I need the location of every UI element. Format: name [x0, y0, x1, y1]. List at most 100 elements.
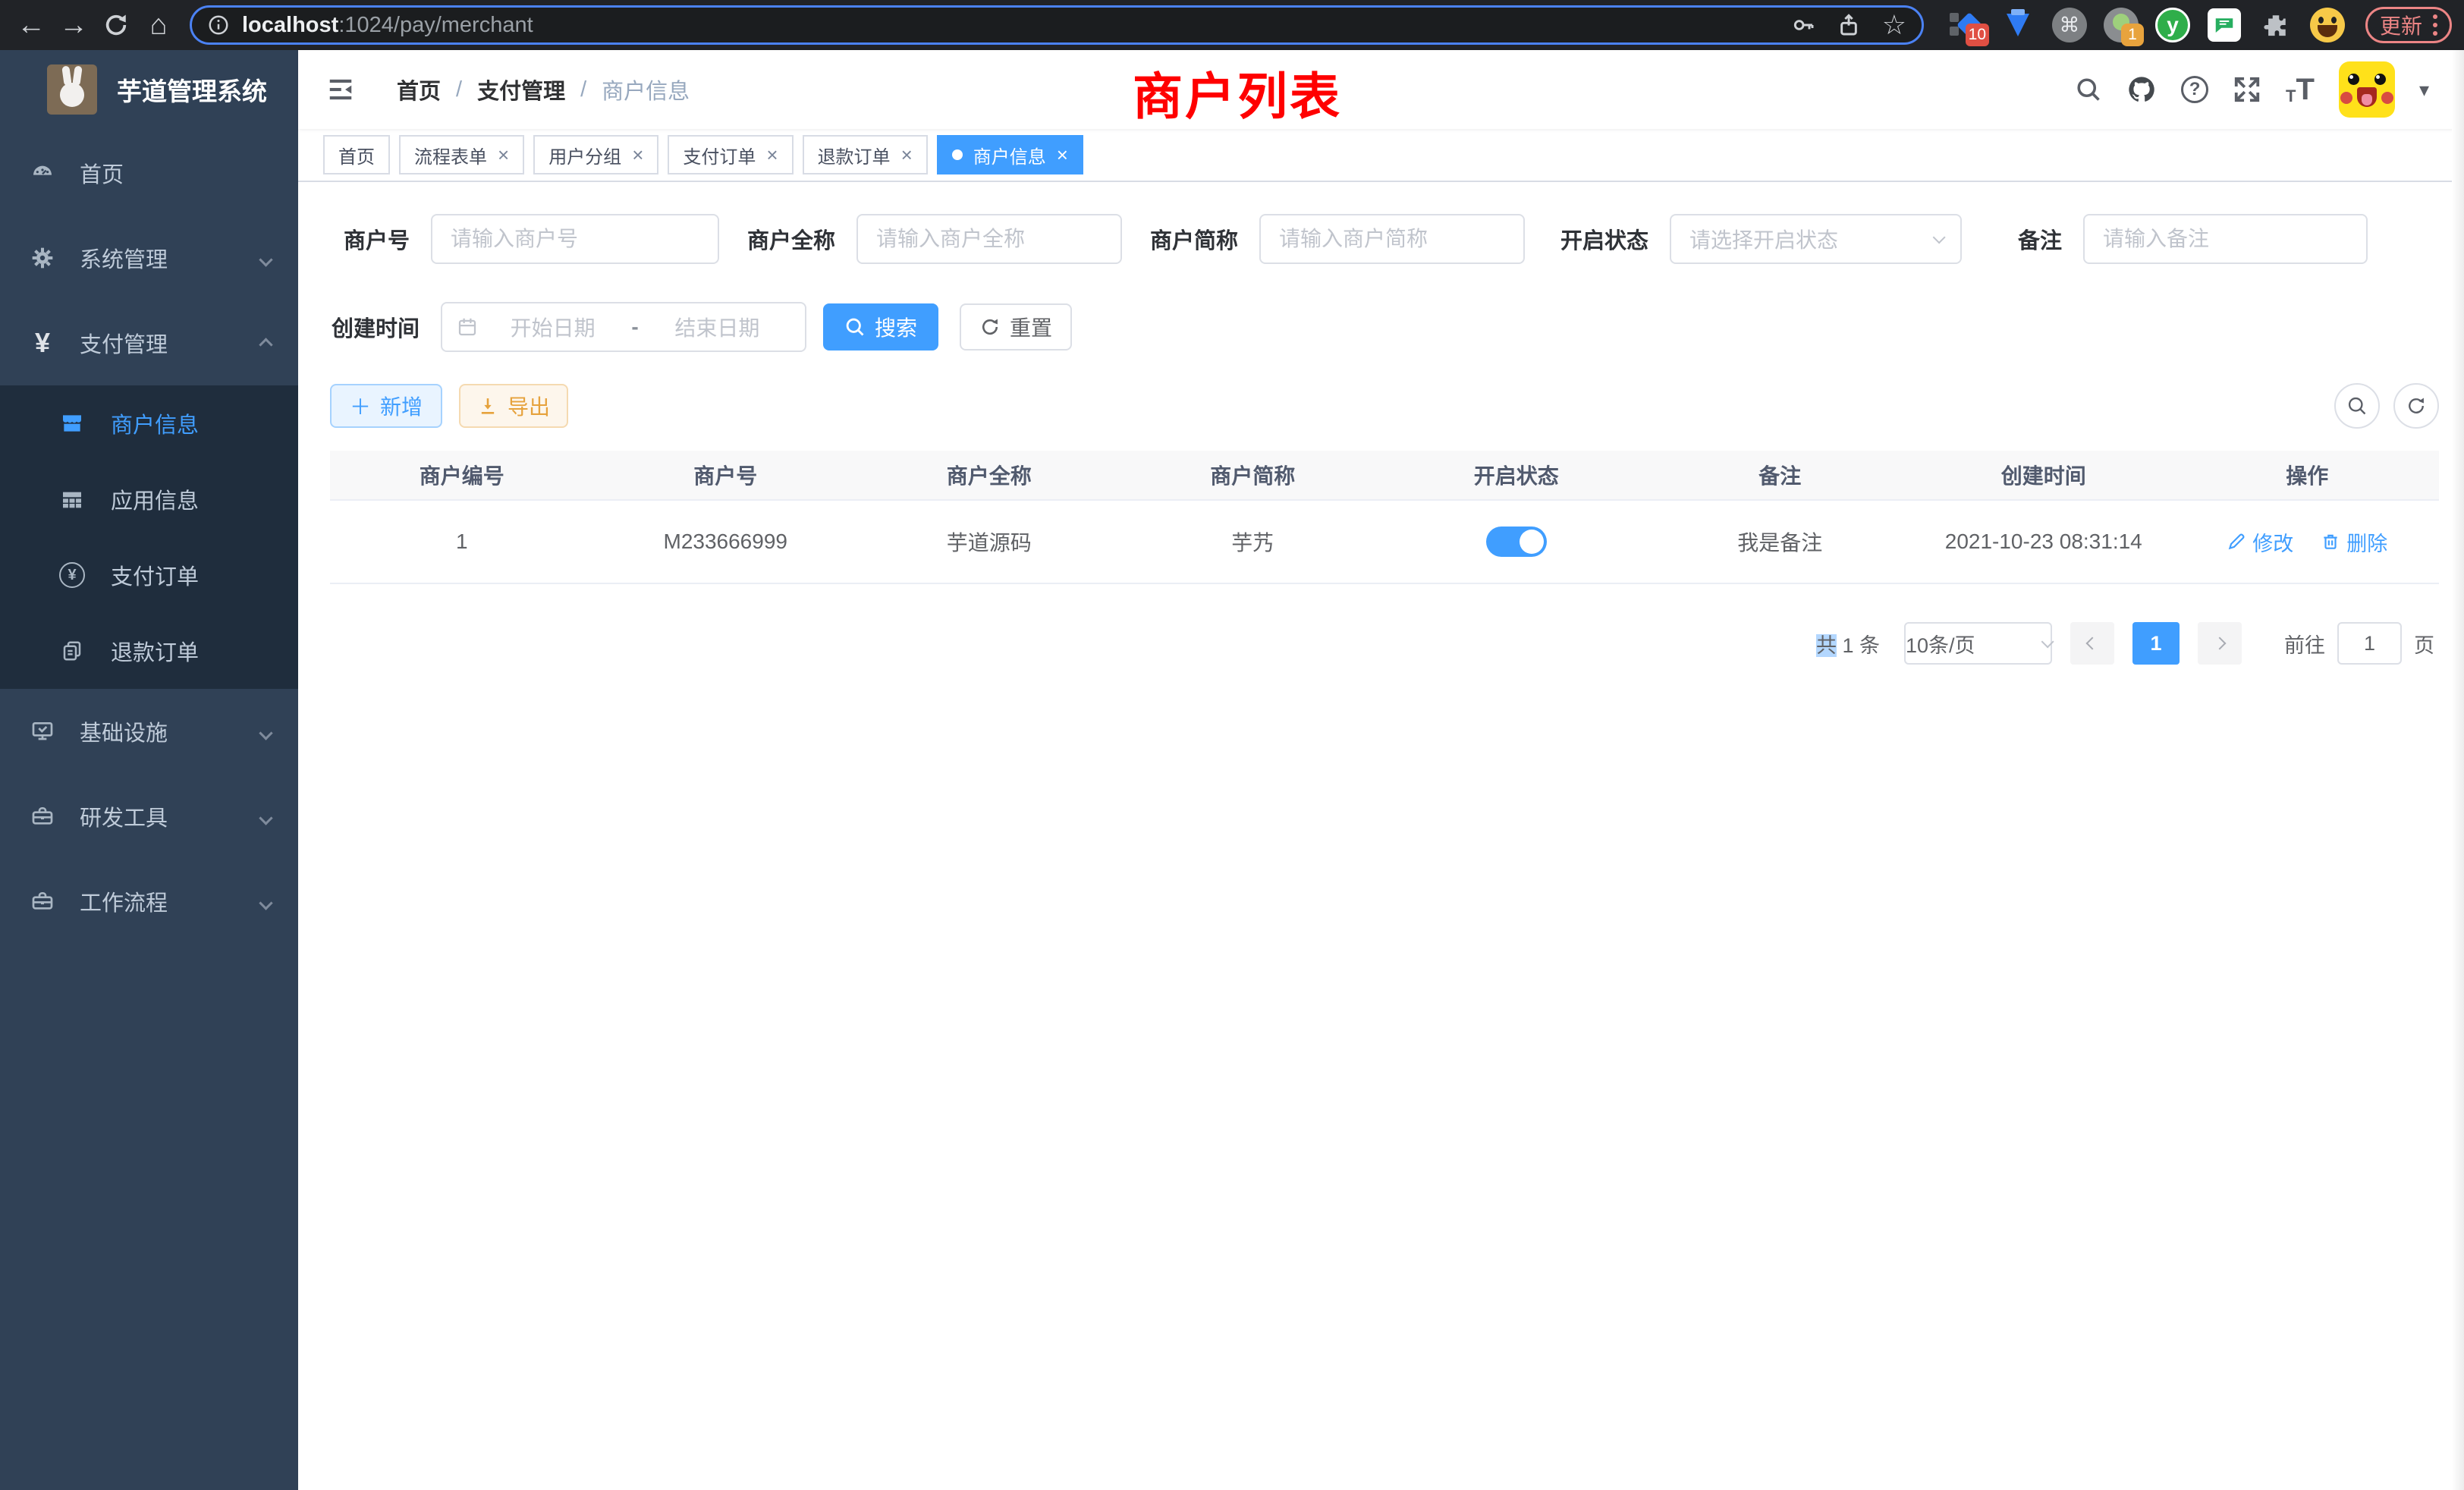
- sidebar-item-refund-order[interactable]: 退款订单: [0, 613, 298, 689]
- pay-order-icon: ¥: [56, 562, 88, 588]
- sidebar-collapse-button[interactable]: [324, 73, 357, 106]
- short-name-input[interactable]: [1259, 214, 1525, 264]
- password-key-icon[interactable]: [1791, 13, 1815, 37]
- column-header: 商户简称: [1121, 460, 1385, 490]
- navbar: 首页 / 支付管理 / 商户信息 商户列表 ? TT: [298, 50, 2464, 129]
- browser-back-button[interactable]: ←: [12, 5, 50, 45]
- tags-view-bar: 首页 流程表单× 用户分组× 支付订单× 退款订单× 商户信息×: [298, 129, 2464, 182]
- sidebar-item-label: 商户信息: [111, 407, 199, 439]
- extension-proxy-icon[interactable]: 1: [2103, 7, 2139, 43]
- sidebar-item-devtools[interactable]: 研发工具: [0, 774, 298, 859]
- close-icon[interactable]: ×: [901, 145, 913, 165]
- sidebar-item-workflow[interactable]: 工作流程: [0, 859, 298, 944]
- extension-gem-icon[interactable]: [2000, 7, 2036, 43]
- close-icon[interactable]: ×: [1057, 145, 1068, 165]
- refresh-icon: [979, 316, 1001, 338]
- tab-user-group[interactable]: 用户分组×: [533, 135, 658, 174]
- column-header: 商户号: [594, 460, 858, 490]
- breadcrumb-home[interactable]: 首页: [397, 74, 441, 105]
- sidebar-item-home[interactable]: 首页: [0, 130, 298, 215]
- add-button[interactable]: ＋ 新增: [330, 384, 442, 428]
- tab-pay-order[interactable]: 支付订单×: [668, 135, 793, 174]
- short-name-label: 商户简称: [1149, 223, 1238, 255]
- browser-home-button[interactable]: ⌂: [140, 5, 178, 45]
- url-bar[interactable]: localhost:1024/pay/merchant ☆: [190, 5, 1924, 45]
- font-size-icon[interactable]: TT: [2286, 74, 2315, 105]
- date-range-picker[interactable]: 开始日期 - 结束日期: [441, 302, 806, 352]
- sidebar-item-pay-order[interactable]: ¥ 支付订单: [0, 537, 298, 613]
- prev-page-button[interactable]: [2070, 622, 2114, 665]
- share-icon[interactable]: [1837, 13, 1861, 37]
- page-1-button[interactable]: 1: [2132, 622, 2180, 665]
- breadcrumb-section[interactable]: 支付管理: [477, 74, 565, 105]
- full-name-input[interactable]: [856, 214, 1122, 264]
- merchant-table: 商户编号 商户号 商户全称 商户简称 开启状态 备注 创建时间 操作 1 M23…: [330, 451, 2439, 584]
- extension-apps-icon[interactable]: 10: [1948, 7, 1985, 43]
- cell-actions: 修改 删除: [2176, 527, 2440, 557]
- status-label: 开启状态: [1559, 223, 1648, 255]
- delete-link[interactable]: 删除: [2321, 527, 2387, 557]
- extension-command-icon[interactable]: ⌘: [2051, 7, 2088, 43]
- breadcrumb-current: 商户信息: [602, 74, 690, 105]
- merchant-no-label: 商户号: [330, 223, 410, 255]
- close-icon[interactable]: ×: [632, 145, 643, 165]
- goto-label: 前往: [2284, 629, 2325, 659]
- chevron-down-icon[interactable]: ▾: [2419, 78, 2429, 102]
- sidebar-item-system[interactable]: 系统管理: [0, 215, 298, 300]
- edit-link-label: 修改: [2252, 527, 2293, 557]
- github-icon[interactable]: [2126, 74, 2157, 105]
- status-select[interactable]: 请选择开启状态: [1670, 214, 1962, 264]
- cell-remark: 我是备注: [1648, 527, 1912, 557]
- goto-page-input[interactable]: [2337, 622, 2402, 665]
- sidebar-item-merchant-info[interactable]: 商户信息: [0, 385, 298, 461]
- edit-link[interactable]: 修改: [2227, 527, 2293, 557]
- remark-input[interactable]: [2083, 214, 2368, 264]
- sidebar-item-pay[interactable]: ¥ 支付管理: [0, 300, 298, 385]
- merchant-no-input[interactable]: [431, 214, 719, 264]
- sidebar-item-infra[interactable]: 基础设施: [0, 689, 298, 774]
- toggle-search-button[interactable]: [2334, 383, 2380, 429]
- close-icon[interactable]: ×: [766, 145, 778, 165]
- plus-icon: ＋: [350, 391, 371, 421]
- sidebar-item-label: 工作流程: [80, 885, 168, 917]
- filter-row-2: 创建时间 开始日期 - 结束日期 搜索 重置: [330, 302, 2464, 352]
- page-size-select[interactable]: 10条/页: [1904, 622, 2052, 665]
- toolbox-icon: [25, 804, 60, 828]
- close-icon[interactable]: ×: [498, 145, 509, 165]
- refresh-table-button[interactable]: [2393, 383, 2439, 429]
- site-info-icon[interactable]: [207, 14, 230, 36]
- browser-reload-button[interactable]: [97, 5, 135, 45]
- extensions-puzzle-icon[interactable]: [2258, 7, 2294, 43]
- next-page-button[interactable]: [2198, 622, 2242, 665]
- tab-refund-order[interactable]: 退款订单×: [803, 135, 928, 174]
- browser-menu-icon[interactable]: [2433, 14, 2437, 36]
- tab-process-form[interactable]: 流程表单×: [399, 135, 524, 174]
- cell-short-name: 芋艿: [1121, 527, 1385, 557]
- scrollbar[interactable]: [2452, 50, 2464, 1490]
- sidebar-logo[interactable]: 芋道管理系统: [0, 50, 298, 129]
- export-button[interactable]: 导出: [459, 384, 568, 428]
- profile-emoji-icon[interactable]: [2309, 7, 2346, 43]
- search-button-label: 搜索: [875, 312, 917, 342]
- main-area: 首页 / 支付管理 / 商户信息 商户列表 ? TT: [298, 50, 2464, 1490]
- search-icon[interactable]: [2075, 76, 2102, 103]
- column-header: 操作: [2176, 460, 2440, 490]
- reset-button[interactable]: 重置: [960, 303, 1072, 350]
- fullscreen-icon[interactable]: [2233, 75, 2261, 104]
- extension-chat-icon[interactable]: [2206, 7, 2242, 43]
- tab-merchant-info[interactable]: 商户信息×: [937, 135, 1083, 174]
- bookmark-star-icon[interactable]: ☆: [1882, 9, 1906, 41]
- tab-home[interactable]: 首页: [323, 135, 390, 174]
- page-unit-label: 页: [2414, 629, 2434, 659]
- cell-merchant-no: M233666999: [594, 530, 858, 554]
- status-toggle[interactable]: [1486, 527, 1547, 557]
- search-button[interactable]: 搜索: [823, 303, 938, 350]
- avatar[interactable]: [2339, 61, 2395, 118]
- extension-y-icon[interactable]: y: [2154, 7, 2191, 43]
- help-icon[interactable]: ?: [2181, 76, 2208, 103]
- browser-forward-button[interactable]: →: [55, 5, 93, 45]
- column-header: 创建时间: [1912, 460, 2176, 490]
- sidebar-item-app-info[interactable]: 应用信息: [0, 461, 298, 537]
- browser-update-button[interactable]: 更新: [2365, 7, 2452, 43]
- trash-icon: [2321, 532, 2340, 552]
